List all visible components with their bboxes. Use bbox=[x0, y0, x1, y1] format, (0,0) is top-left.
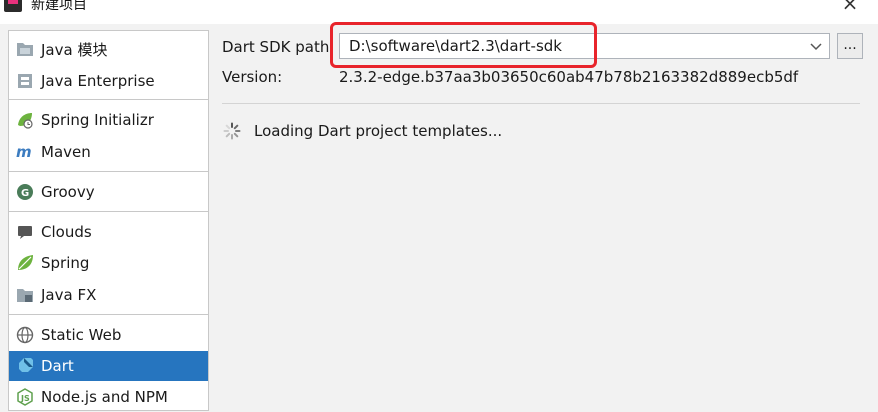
java-fx-icon bbox=[16, 286, 34, 304]
sidebar-item-spring[interactable]: Spring bbox=[9, 248, 208, 278]
sidebar-item-label: Java 模块 bbox=[41, 40, 108, 59]
sidebar-item-static-web[interactable]: Static Web bbox=[9, 320, 208, 350]
sidebar-item-java-fx[interactable]: Java FX bbox=[9, 280, 208, 310]
sidebar-item-label: Clouds bbox=[41, 223, 92, 241]
separator bbox=[222, 103, 860, 104]
static-web-icon bbox=[16, 326, 34, 344]
sidebar-item-nodejs[interactable]: JS Node.js and NPM bbox=[9, 382, 208, 412]
svg-text:m: m bbox=[16, 143, 32, 161]
version-value: 2.3.2-edge.b37aa3b03650c60ab47b78b216338… bbox=[339, 68, 799, 86]
svg-text:G: G bbox=[21, 188, 29, 199]
sidebar-item-clouds[interactable]: Clouds bbox=[9, 217, 208, 247]
close-button[interactable]: × bbox=[838, 0, 862, 14]
sidebar-item-label: Java Enterprise bbox=[41, 72, 155, 90]
sidebar-item-java-enterprise[interactable]: Java Enterprise bbox=[9, 66, 208, 96]
sidebar-item-label: Static Web bbox=[41, 326, 122, 344]
sidebar-item-label: Dart bbox=[41, 357, 74, 375]
title-bar: 新建项目 × bbox=[0, 0, 878, 24]
sidebar-divider bbox=[9, 171, 208, 172]
spring-leaf-icon bbox=[16, 254, 34, 272]
sdk-path-combobox[interactable]: D:\software\dart2.3\dart-sdk bbox=[339, 33, 830, 59]
browse-button[interactable]: ... bbox=[837, 33, 863, 59]
sidebar-divider bbox=[9, 314, 208, 315]
sidebar-item-java-module[interactable]: Java 模块 bbox=[9, 34, 208, 64]
loading-spinner-icon bbox=[223, 122, 241, 140]
project-type-list: Java 模块 Java Enterprise Spring Initializ… bbox=[8, 30, 209, 411]
spring-initializr-icon bbox=[16, 111, 34, 129]
sidebar-item-label: Maven bbox=[41, 143, 91, 161]
sidebar-item-label: Java FX bbox=[41, 286, 97, 304]
groovy-icon: G bbox=[16, 183, 34, 201]
sidebar-item-label: Spring Initializr bbox=[41, 111, 154, 129]
sdk-path-label: Dart SDK path: bbox=[222, 38, 335, 56]
java-enterprise-icon bbox=[16, 72, 34, 90]
version-label: Version: bbox=[222, 68, 283, 86]
sidebar-item-dart[interactable]: Dart bbox=[9, 351, 208, 381]
maven-icon: m bbox=[16, 143, 34, 161]
intellij-app-icon bbox=[4, 0, 22, 12]
dart-icon bbox=[16, 357, 34, 375]
sidebar-item-groovy[interactable]: G Groovy bbox=[9, 177, 208, 207]
chevron-down-icon[interactable] bbox=[809, 37, 823, 55]
nodejs-icon: JS bbox=[16, 388, 34, 406]
sidebar-item-maven[interactable]: m Maven bbox=[9, 137, 208, 167]
svg-text:JS: JS bbox=[20, 394, 30, 403]
sidebar-item-label: Node.js and NPM bbox=[41, 388, 168, 406]
sdk-path-value[interactable]: D:\software\dart2.3\dart-sdk bbox=[349, 37, 562, 55]
window-title: 新建项目 bbox=[31, 0, 87, 13]
sidebar-item-label: Spring bbox=[41, 254, 90, 272]
sidebar-divider bbox=[9, 99, 208, 100]
sidebar-item-spring-initializr[interactable]: Spring Initializr bbox=[9, 105, 208, 135]
clouds-icon bbox=[16, 223, 34, 241]
sidebar-divider bbox=[9, 211, 208, 212]
loading-status-text: Loading Dart project templates... bbox=[254, 122, 503, 140]
java-module-icon bbox=[16, 40, 34, 58]
sidebar-item-label: Groovy bbox=[41, 183, 95, 201]
